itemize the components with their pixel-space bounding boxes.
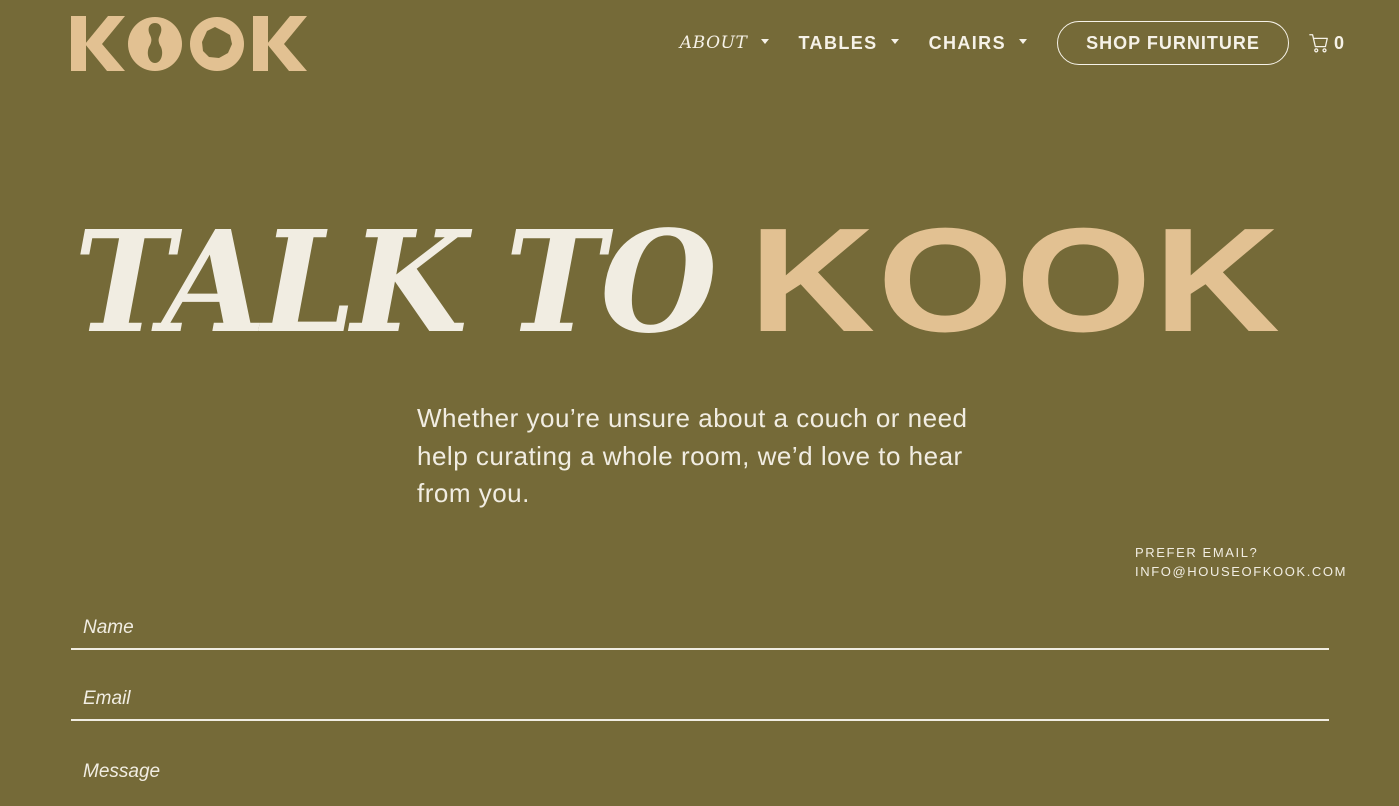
- caret-down-icon: [1018, 39, 1027, 44]
- name-placeholder: Name: [83, 617, 134, 638]
- nav-label-about: ABOUT: [679, 33, 748, 53]
- cart-button[interactable]: 0: [1308, 32, 1344, 54]
- intro-text: Whether you’re unsure about a couch or n…: [417, 403, 968, 508]
- kook-logo[interactable]: [71, 16, 307, 72]
- nav-item-tables[interactable]: TABLES: [799, 33, 899, 54]
- message-field[interactable]: Message: [71, 761, 1329, 806]
- email-prompt: PREFER EMAIL?: [1135, 545, 1259, 560]
- name-field[interactable]: Name: [71, 616, 1329, 650]
- email-link[interactable]: INFO@HOUSEOFKOOK.COM: [1135, 562, 1347, 581]
- cart-count: 0: [1333, 32, 1344, 53]
- email-placeholder: Email: [83, 688, 131, 709]
- nav-label-chairs: CHAIRS: [928, 32, 1006, 53]
- message-placeholder: Message: [83, 761, 161, 782]
- caret-down-icon: [890, 39, 899, 44]
- nav-item-chairs[interactable]: CHAIRS: [929, 33, 1027, 54]
- email-contact: PREFER EMAIL? INFO@HOUSEOFKOOK.COM: [1135, 543, 1347, 581]
- nav-label-tables: TABLES: [798, 32, 878, 53]
- shop-furniture-button[interactable]: SHOP FURNITURE: [1056, 21, 1289, 65]
- main-nav: ABOUT TABLES CHAIRS SHOP FURNITURE 0: [680, 20, 1344, 66]
- cart-icon: [1309, 34, 1328, 53]
- page-title-part2: KOOK: [749, 198, 1283, 363]
- page-title: TALK TO KOOK: [74, 201, 1280, 365]
- page-title-part1: TALK TO: [74, 201, 717, 365]
- nav-item-about[interactable]: ABOUT: [680, 33, 769, 53]
- caret-down-icon: [760, 39, 769, 44]
- email-field[interactable]: Email: [71, 687, 1329, 721]
